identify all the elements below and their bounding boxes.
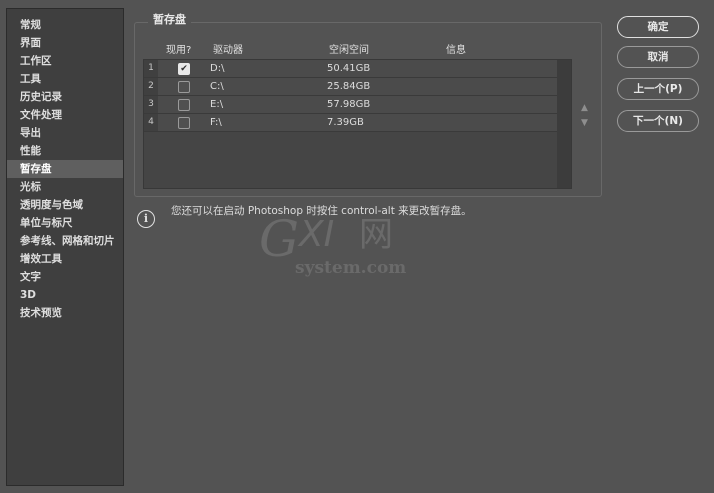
row-number: 3 [144,96,158,113]
active-checkbox[interactable] [178,117,190,129]
sidebar-item-transparency-gamut[interactable]: 透明度与色域 [7,196,123,214]
move-down-icon[interactable]: ▼ [581,118,588,128]
sidebar-item-plugins[interactable]: 增效工具 [7,250,123,268]
column-header-info: 信息 [446,45,466,56]
sidebar-item-tech-previews[interactable]: 技术预览 [7,304,123,322]
row-number: 4 [144,114,158,131]
ok-button[interactable]: 确定 [617,16,699,38]
drive-label: D:\ [210,63,225,74]
row-number: 1 [144,60,158,77]
previous-button[interactable]: 上一个(P) [617,78,699,100]
sidebar-item-export[interactable]: 导出 [7,124,123,142]
column-header-drive: 驱动器 [213,45,243,56]
free-space-value: 25.84GB [327,81,371,92]
free-space-value: 50.41GB [327,63,371,74]
svg-text:G: G [259,210,299,268]
scratch-disk-table: 1 ✔ D:\ 50.41GB 2 C:\ 25.84GB 3 E:\ 57.9… [143,59,572,189]
info-icon: i [137,210,155,228]
move-up-icon[interactable]: ▲ [581,103,588,113]
free-space-value: 57.98GB [327,99,371,110]
sidebar-item-file-handling[interactable]: 文件处理 [7,106,123,124]
sidebar-item-units-rulers[interactable]: 单位与标尺 [7,214,123,232]
svg-text:网: 网 [359,215,393,255]
sidebar-item-3d[interactable]: 3D [7,286,123,304]
sidebar-item-cursors[interactable]: 光标 [7,178,123,196]
sidebar-item-tools[interactable]: 工具 [7,70,123,88]
free-space-value: 7.39GB [327,117,364,128]
active-checkbox[interactable]: ✔ [178,63,190,75]
table-scrollbar[interactable] [557,60,571,188]
svg-text:XI: XI [297,214,334,255]
table-row[interactable]: 1 ✔ D:\ 50.41GB [144,60,558,78]
sidebar-item-performance[interactable]: 性能 [7,142,123,160]
sidebar-item-history[interactable]: 历史记录 [7,88,123,106]
active-checkbox[interactable] [178,99,190,111]
table-row[interactable]: 4 F:\ 7.39GB [144,114,558,132]
preferences-sidebar: 常规 界面 工作区 工具 历史记录 文件处理 导出 性能 暂存盘 光标 透明度与… [6,8,124,486]
sidebar-item-general[interactable]: 常规 [7,16,123,34]
sidebar-item-guides-grid-slices[interactable]: 参考线、网格和切片 [7,232,123,250]
drive-label: F:\ [210,117,222,128]
column-header-active: 现用? [166,45,192,56]
sidebar-item-interface[interactable]: 界面 [7,34,123,52]
svg-text:system.com: system.com [295,258,406,278]
active-checkbox[interactable] [178,81,190,93]
group-title: 暂存盘 [148,11,191,27]
watermark-logo: G XI 网 system.com [259,210,406,278]
cancel-button[interactable]: 取消 [617,46,699,68]
sidebar-item-type[interactable]: 文字 [7,268,123,286]
table-row[interactable]: 3 E:\ 57.98GB [144,96,558,114]
drive-label: E:\ [210,99,224,110]
drive-label: C:\ [210,81,224,92]
sidebar-item-scratch-disks[interactable]: 暂存盘 [7,160,123,178]
row-number: 2 [144,78,158,95]
column-header-free-space: 空闲空间 [329,45,369,56]
table-row[interactable]: 2 C:\ 25.84GB [144,78,558,96]
next-button[interactable]: 下一个(N) [617,110,699,132]
sidebar-item-workspace[interactable]: 工作区 [7,52,123,70]
